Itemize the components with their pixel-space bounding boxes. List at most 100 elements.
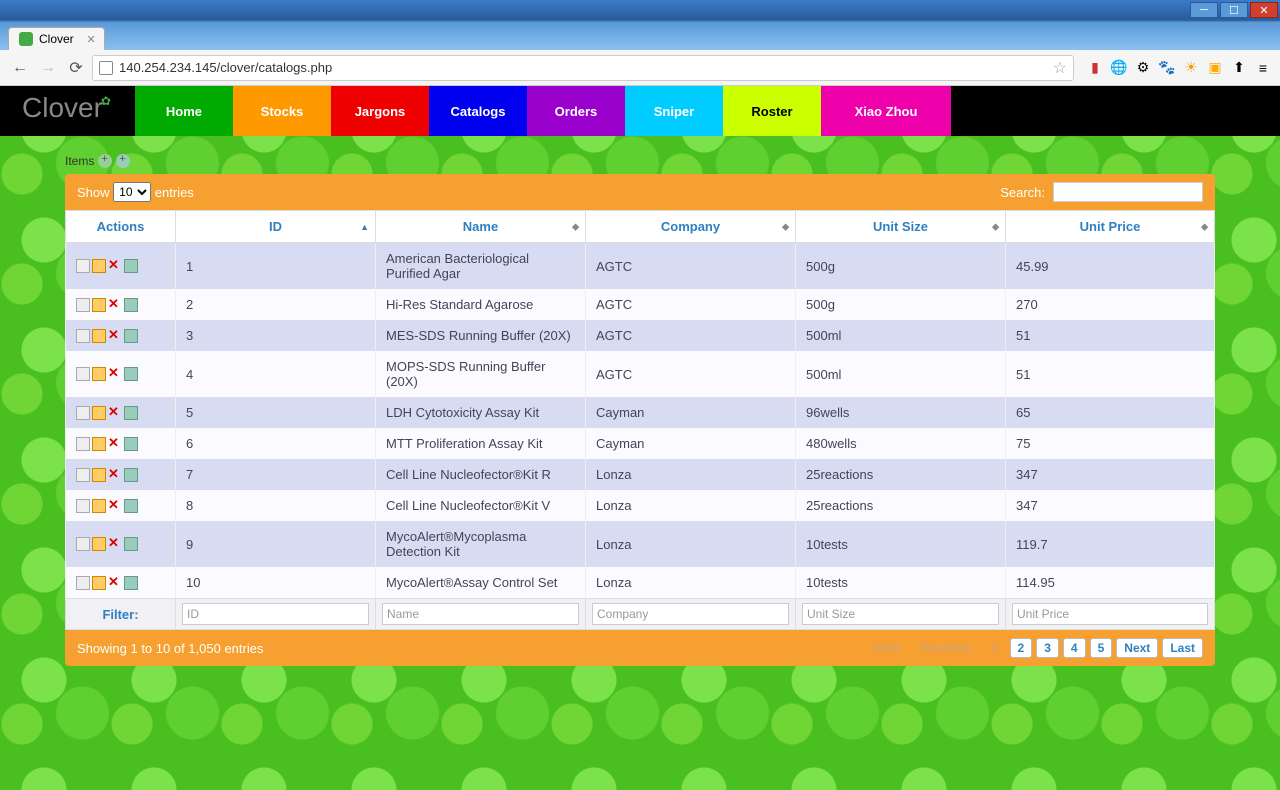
filter-label: Filter: bbox=[66, 599, 176, 630]
logo[interactable]: Clover✿ bbox=[0, 86, 135, 136]
cart-icon[interactable] bbox=[124, 537, 138, 551]
edit-icon[interactable] bbox=[92, 259, 106, 273]
edit-icon[interactable] bbox=[92, 576, 106, 590]
view-icon[interactable] bbox=[76, 576, 90, 590]
page-4-button[interactable]: 4 bbox=[1063, 638, 1086, 658]
menu-icon[interactable]: ≡ bbox=[1254, 59, 1272, 77]
filter-unit-size-input[interactable] bbox=[802, 603, 999, 625]
view-icon[interactable] bbox=[76, 367, 90, 381]
edit-icon[interactable] bbox=[92, 367, 106, 381]
cell-name: Hi-Res Standard Agarose bbox=[376, 289, 586, 320]
edit-icon[interactable] bbox=[92, 499, 106, 513]
col-id[interactable]: ID▲ bbox=[176, 211, 376, 243]
window-minimize-button[interactable]: ─ bbox=[1190, 2, 1218, 18]
window-titlebar: ─ ☐ ✕ bbox=[0, 0, 1280, 20]
catalog-table: Actions ID▲ Name◆ Company◆ Unit Size◆ Un… bbox=[65, 210, 1215, 630]
col-name[interactable]: Name◆ bbox=[376, 211, 586, 243]
delete-icon[interactable]: ✕ bbox=[108, 437, 122, 451]
nav-jargons[interactable]: Jargons bbox=[331, 86, 429, 136]
cart-icon[interactable] bbox=[124, 468, 138, 482]
delete-icon[interactable]: ✕ bbox=[108, 329, 122, 343]
nav-sniper[interactable]: Sniper bbox=[625, 86, 723, 136]
delete-icon[interactable]: ✕ bbox=[108, 576, 122, 590]
cart-icon[interactable] bbox=[124, 406, 138, 420]
extension-icon[interactable]: ▣ bbox=[1206, 59, 1224, 77]
cart-icon[interactable] bbox=[124, 367, 138, 381]
delete-icon[interactable]: ✕ bbox=[108, 406, 122, 420]
tab-close-icon[interactable]: ✕ bbox=[86, 33, 95, 46]
view-icon[interactable] bbox=[76, 298, 90, 312]
nav-stocks[interactable]: Stocks bbox=[233, 86, 331, 136]
delete-icon[interactable]: ✕ bbox=[108, 468, 122, 482]
col-unit-size[interactable]: Unit Size◆ bbox=[796, 211, 1006, 243]
items-heading: Items bbox=[65, 154, 1215, 168]
view-icon[interactable] bbox=[76, 537, 90, 551]
forward-button[interactable]: → bbox=[36, 56, 60, 80]
cart-icon[interactable] bbox=[124, 298, 138, 312]
cell-id: 5 bbox=[176, 397, 376, 428]
edit-icon[interactable] bbox=[92, 329, 106, 343]
nav-orders[interactable]: Orders bbox=[527, 86, 625, 136]
extension-icon[interactable]: 🐾 bbox=[1158, 59, 1176, 77]
page-prev-button[interactable]: Previous bbox=[912, 638, 979, 658]
edit-icon[interactable] bbox=[92, 298, 106, 312]
delete-icon[interactable]: ✕ bbox=[108, 537, 122, 551]
window-close-button[interactable]: ✕ bbox=[1250, 2, 1278, 18]
edit-icon[interactable] bbox=[92, 537, 106, 551]
cart-icon[interactable] bbox=[124, 259, 138, 273]
page-1-button[interactable]: 1 bbox=[983, 638, 1006, 658]
view-icon[interactable] bbox=[76, 329, 90, 343]
extension-icon[interactable]: ▮ bbox=[1086, 59, 1104, 77]
cart-icon[interactable] bbox=[124, 329, 138, 343]
page-length-select[interactable]: 10 bbox=[113, 182, 151, 202]
search-input[interactable] bbox=[1053, 182, 1203, 202]
settings-gear-icon[interactable]: ⚙ bbox=[1134, 59, 1152, 77]
view-icon[interactable] bbox=[76, 437, 90, 451]
filter-company-input[interactable] bbox=[592, 603, 789, 625]
nav-catalogs[interactable]: Catalogs bbox=[429, 86, 527, 136]
delete-icon[interactable]: ✕ bbox=[108, 259, 122, 273]
import-icon[interactable] bbox=[116, 154, 130, 168]
nav-home[interactable]: Home bbox=[135, 86, 233, 136]
weather-icon[interactable]: ☀ bbox=[1182, 59, 1200, 77]
page-first-button[interactable]: First bbox=[866, 638, 908, 658]
add-item-icon[interactable] bbox=[98, 154, 112, 168]
col-unit-price[interactable]: Unit Price◆ bbox=[1006, 211, 1215, 243]
filter-name-input[interactable] bbox=[382, 603, 579, 625]
filter-id-input[interactable] bbox=[182, 603, 369, 625]
tab-title: Clover bbox=[39, 32, 74, 46]
view-icon[interactable] bbox=[76, 468, 90, 482]
bookmark-star-icon[interactable]: ☆ bbox=[1053, 58, 1067, 78]
page-5-button[interactable]: 5 bbox=[1090, 638, 1113, 658]
delete-icon[interactable]: ✕ bbox=[108, 499, 122, 513]
nav-user[interactable]: Xiao Zhou bbox=[821, 86, 951, 136]
extension-icon[interactable]: ⬆ bbox=[1230, 59, 1248, 77]
reload-button[interactable]: ⟳ bbox=[64, 56, 88, 80]
page-next-button[interactable]: Next bbox=[1116, 638, 1158, 658]
edit-icon[interactable] bbox=[92, 406, 106, 420]
edit-icon[interactable] bbox=[92, 437, 106, 451]
view-icon[interactable] bbox=[76, 499, 90, 513]
back-button[interactable]: ← bbox=[8, 56, 32, 80]
translate-icon[interactable]: 🌐 bbox=[1110, 59, 1128, 77]
view-icon[interactable] bbox=[76, 406, 90, 420]
cart-icon[interactable] bbox=[124, 576, 138, 590]
cell-name: LDH Cytotoxicity Assay Kit bbox=[376, 397, 586, 428]
page-body: Clover✿ Home Stocks Jargons Catalogs Ord… bbox=[0, 86, 1280, 790]
page-2-button[interactable]: 2 bbox=[1010, 638, 1033, 658]
filter-unit-price-input[interactable] bbox=[1012, 603, 1208, 625]
delete-icon[interactable]: ✕ bbox=[108, 367, 122, 381]
view-icon[interactable] bbox=[76, 259, 90, 273]
edit-icon[interactable] bbox=[92, 468, 106, 482]
cell-unit-price: 114.95 bbox=[1006, 567, 1215, 599]
window-maximize-button[interactable]: ☐ bbox=[1220, 2, 1248, 18]
col-company[interactable]: Company◆ bbox=[586, 211, 796, 243]
cart-icon[interactable] bbox=[124, 437, 138, 451]
page-3-button[interactable]: 3 bbox=[1036, 638, 1059, 658]
delete-icon[interactable]: ✕ bbox=[108, 298, 122, 312]
page-last-button[interactable]: Last bbox=[1162, 638, 1203, 658]
nav-roster[interactable]: Roster bbox=[723, 86, 821, 136]
browser-tab[interactable]: Clover ✕ bbox=[8, 27, 105, 50]
cart-icon[interactable] bbox=[124, 499, 138, 513]
url-input[interactable]: 140.254.234.145/clover/catalogs.php ☆ bbox=[92, 55, 1074, 81]
